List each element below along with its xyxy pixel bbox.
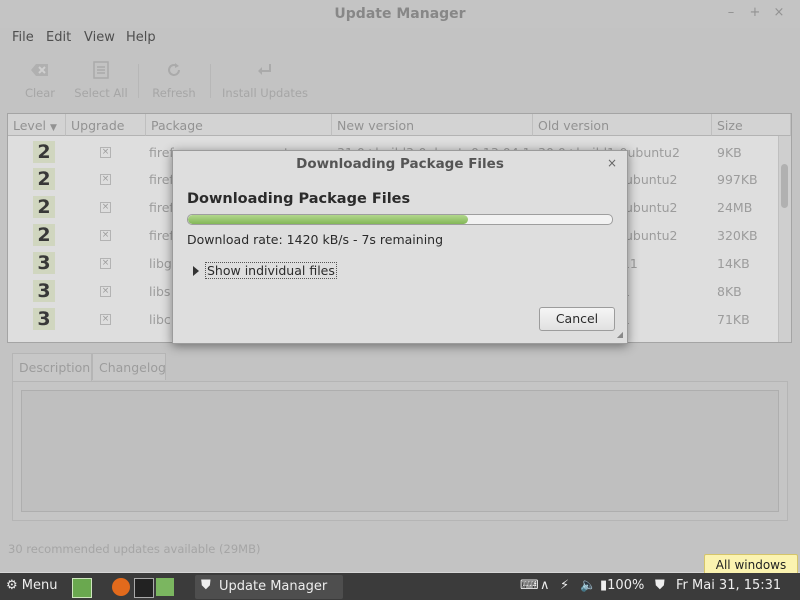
dialog-close-button[interactable]: ×: [607, 156, 617, 170]
resize-grip-icon[interactable]: ◢: [617, 330, 623, 339]
clock[interactable]: Fr Mai 31, 15:31: [676, 578, 781, 593]
menu-button[interactable]: ⚙ Menu: [6, 578, 58, 593]
progress-fill: [188, 215, 468, 224]
download-progress-bar: [187, 214, 613, 225]
battery-icon[interactable]: ▮100%: [600, 578, 644, 593]
network-icon[interactable]: ⚡: [560, 578, 569, 593]
expander-arrow-icon: [193, 266, 199, 276]
files-icon[interactable]: [156, 578, 174, 596]
bottom-panel: ⚙ Menu ⛊ Update Manager ⌨ ∧ ⚡ 🔈 ▮100% ⛊ …: [0, 573, 800, 600]
volume-icon[interactable]: 🔈: [580, 578, 596, 593]
download-dialog: Downloading Package Files × Downloading …: [172, 150, 628, 344]
download-rate: Download rate: 1420 kB/s - 7s remaining: [187, 232, 444, 247]
update-shield-icon[interactable]: ⛊: [655, 578, 665, 593]
dialog-title: Downloading Package Files: [296, 156, 504, 172]
show-files-expander[interactable]: Show individual files: [193, 262, 337, 279]
chevron-up-icon[interactable]: ∧: [540, 578, 550, 593]
cancel-button[interactable]: Cancel: [539, 307, 615, 331]
keyboard-icon[interactable]: ⌨: [520, 578, 539, 593]
task-update-manager[interactable]: ⛊ Update Manager: [195, 575, 343, 599]
dialog-heading: Downloading Package Files: [187, 191, 411, 207]
firefox-icon[interactable]: [112, 578, 130, 596]
shield-icon: ⛊: [201, 578, 211, 593]
show-desktop-icon[interactable]: [72, 578, 92, 598]
gear-icon: ⚙: [6, 578, 18, 593]
terminal-icon[interactable]: [134, 578, 154, 598]
